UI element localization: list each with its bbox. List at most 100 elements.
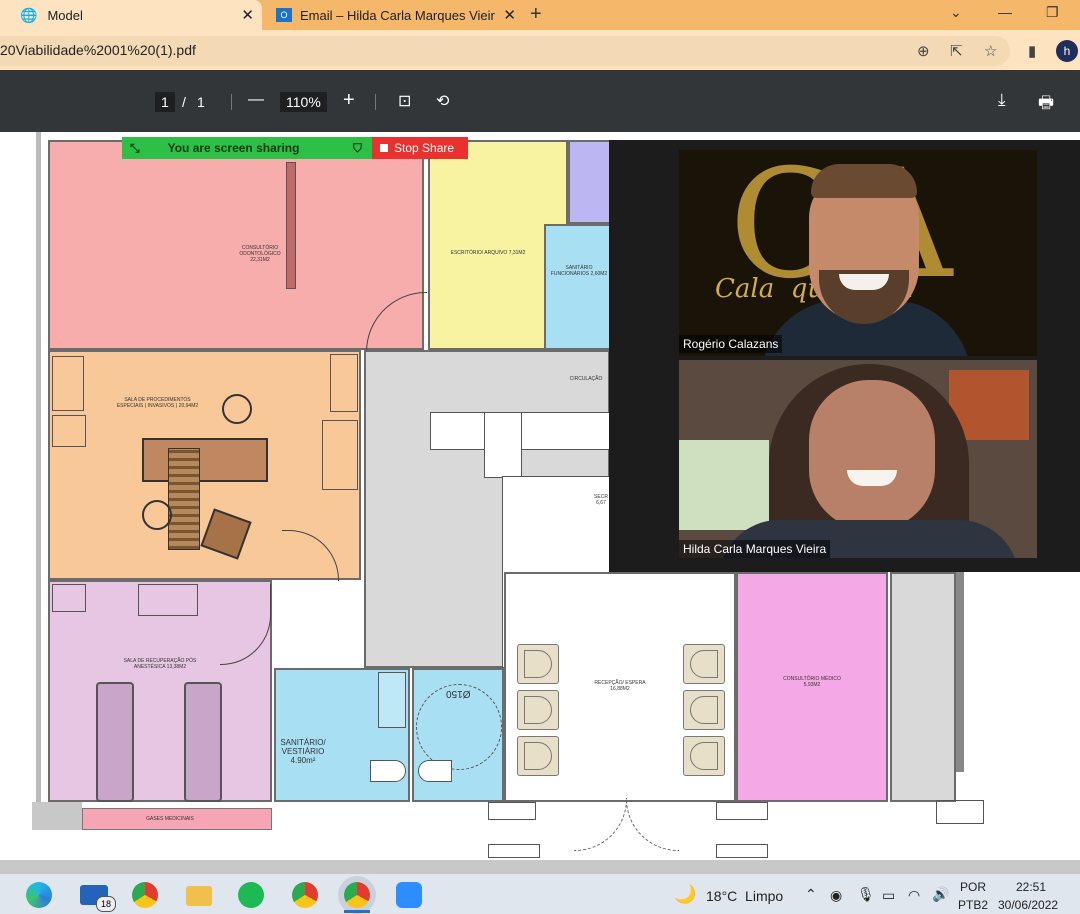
- print-icon[interactable]: 🖶: [1038, 90, 1054, 119]
- zoom-icon[interactable]: ⊕: [917, 42, 930, 60]
- recovery-bed: [96, 682, 134, 802]
- stop-share-label: Stop Share: [394, 141, 455, 155]
- room-label: SALA DE PROCEDIMENTOS ESPECIAIS ( INVASI…: [116, 397, 199, 409]
- shower-box: [378, 672, 406, 728]
- minimize-button[interactable]: —: [998, 4, 1012, 20]
- toolbar-divider: [231, 94, 232, 110]
- keyboard-layout[interactable]: PTB2: [958, 898, 988, 912]
- close-tab-icon[interactable]: ✕: [241, 6, 254, 24]
- room-label: CONSULTÓRIO ODONTOLÓGICO 22,31M2: [239, 245, 281, 263]
- chrome-icon[interactable]: [132, 882, 158, 908]
- stop-share-button[interactable]: Stop Share: [372, 137, 468, 159]
- restore-button[interactable]: ❐: [1046, 4, 1059, 21]
- entrance-door-arc: [626, 798, 679, 851]
- horizontal-scrollbar[interactable]: [0, 860, 1080, 874]
- tab-title: Model: [47, 7, 83, 23]
- fit-page-icon[interactable]: ⊡: [398, 91, 411, 111]
- surgical-lamp: [222, 394, 252, 424]
- download-icon[interactable]: ⤓: [998, 90, 1006, 110]
- sink: [52, 584, 86, 612]
- close-tab-icon[interactable]: ✕: [503, 6, 516, 24]
- stop-icon: [380, 144, 388, 152]
- partition-wall: [286, 162, 296, 289]
- spotify-icon[interactable]: [238, 882, 264, 908]
- pillar: [716, 802, 768, 820]
- rotate-icon[interactable]: ⟲: [436, 91, 449, 111]
- file-explorer-icon[interactable]: [186, 886, 212, 906]
- toilet: [370, 760, 406, 782]
- video-panel[interactable]: CA Cala quitetura Rogério Calazans Hilda…: [609, 140, 1080, 572]
- surgical-table: [142, 438, 268, 482]
- tab-model[interactable]: 🌐 Model ✕: [0, 0, 262, 30]
- toilet: [418, 760, 452, 782]
- mail-badge: 18: [96, 896, 116, 912]
- video-tile-hilda[interactable]: [679, 360, 1037, 558]
- outer-wall: [956, 572, 964, 772]
- url-text[interactable]: 20Viabilidade%2001%20(1).pdf: [0, 42, 196, 58]
- new-tab-button[interactable]: +: [530, 3, 542, 26]
- video-tile-rogerio[interactable]: CA Cala quitetura: [679, 150, 1037, 356]
- bookmark-star-icon[interactable]: ☆: [984, 42, 997, 60]
- page-number-input[interactable]: 1: [155, 92, 175, 112]
- room-label: SANITÁRIO/ VESTIÁRIO 4.90m²: [280, 738, 326, 765]
- pillar: [488, 844, 540, 858]
- waiting-chair: [683, 644, 725, 684]
- waiting-chair: [517, 644, 559, 684]
- share-icon[interactable]: ⇱: [950, 42, 963, 60]
- zoom-app-icon[interactable]: [396, 882, 422, 908]
- recording-icon[interactable]: ◉: [830, 887, 842, 904]
- entrance-door-arc: [574, 798, 627, 851]
- room-label: RECEPÇÃO/ ESPERA 16,88M2: [594, 680, 646, 692]
- surgical-equipment: [168, 448, 200, 550]
- participant-name: Hilda Carla Marques Vieira: [679, 540, 831, 558]
- zoom-level-input[interactable]: 110%: [280, 92, 327, 112]
- battery-icon[interactable]: ▭: [882, 887, 895, 904]
- room-storage: [568, 140, 613, 224]
- room-corridor-right: [890, 572, 956, 802]
- weather-text[interactable]: 18°C Limpo: [706, 888, 783, 904]
- tab-email[interactable]: O Email – Hilda Carla Marques Vieir ✕: [266, 0, 516, 30]
- room-label: CIRCULAÇÃO: [569, 376, 603, 382]
- surgical-lamp: [142, 500, 172, 530]
- volume-icon[interactable]: 🔊: [932, 886, 949, 903]
- microphone-icon[interactable]: 🎙: [857, 886, 875, 903]
- screen-sharing-banner[interactable]: ⤡ You are screen sharing ⛉: [122, 137, 372, 159]
- waiting-chair: [683, 736, 725, 776]
- furniture-cart: [52, 415, 86, 447]
- room-label: SALA DE RECUPERAÇÃO PÓS ANESTÉSICA 13,38…: [123, 658, 197, 670]
- waiting-chair: [517, 690, 559, 730]
- zoom-out-button[interactable]: —: [248, 91, 264, 109]
- furniture-ilgreja: [52, 356, 84, 411]
- room-label: ESCRITÓRIO/ ARQUIVO 7,31M2: [450, 250, 526, 256]
- tab-search-chevron-icon[interactable]: ⌄: [950, 4, 962, 21]
- language-indicator[interactable]: POR: [960, 880, 986, 894]
- sharing-text: You are screen sharing: [167, 141, 300, 155]
- furniture-mesa-auxiliar: [322, 420, 358, 490]
- room-label: SANITÁRIO FUNCIONÁRIOS 2,60M2: [550, 265, 608, 277]
- reception-counter: [484, 412, 522, 478]
- chrome-profile-hc-icon[interactable]: [292, 882, 318, 908]
- waiting-chair: [517, 736, 559, 776]
- room-label: CONSULTÓRIO MÉDICO 5,93M2: [783, 676, 841, 688]
- profile-avatar[interactable]: h: [1056, 40, 1078, 62]
- clock-date[interactable]: 30/06/2022: [998, 898, 1058, 912]
- pillar: [936, 800, 984, 824]
- recovery-bed: [184, 682, 222, 802]
- drag-handle-icon[interactable]: ⤡: [130, 141, 140, 156]
- chrome-profile-h-icon[interactable]: [344, 882, 370, 908]
- zoom-in-button[interactable]: +: [343, 89, 355, 112]
- tab-title: Email – Hilda Carla Marques Vieir: [300, 7, 495, 23]
- outlook-icon: O: [276, 8, 292, 22]
- clock-time[interactable]: 22:51: [1016, 880, 1046, 894]
- chevron-up-icon[interactable]: ⌃: [805, 886, 817, 903]
- room-label: GASES MEDICINAIS: [146, 816, 194, 822]
- background-window: [679, 440, 769, 530]
- person-face: [809, 380, 935, 530]
- total-pages: 1: [197, 94, 205, 110]
- side-panel-icon[interactable]: ▮: [1028, 42, 1036, 60]
- edge-icon[interactable]: [26, 882, 52, 908]
- active-app-indicator: [344, 910, 370, 913]
- wifi-icon[interactable]: ◠: [908, 887, 920, 904]
- furniture-cabinet: [330, 354, 358, 412]
- counter: [138, 584, 198, 616]
